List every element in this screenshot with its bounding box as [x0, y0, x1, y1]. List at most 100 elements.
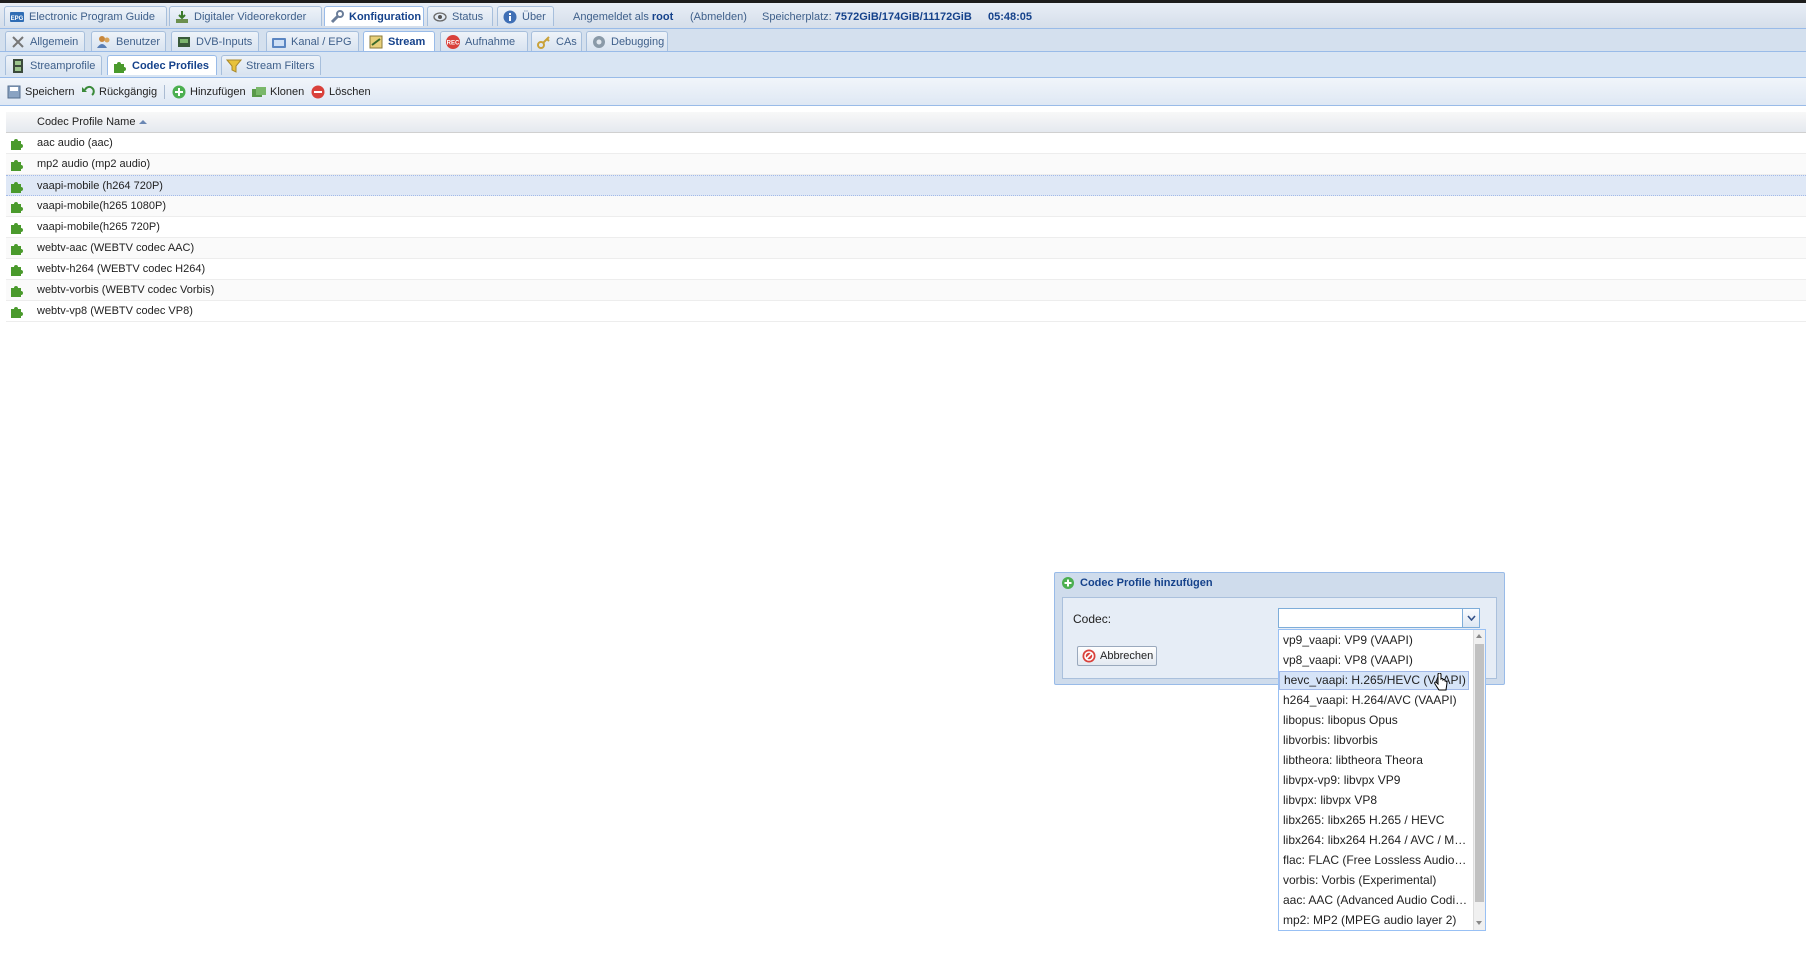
table-row[interactable]: webtv-vp8 (WEBTV codec VP8): [6, 301, 1806, 322]
codec-profile-name: aac audio (aac): [37, 137, 113, 149]
codec-option[interactable]: libvorbis: libvorbis: [1279, 731, 1469, 750]
tab-streamprofile[interactable]: Streamprofile: [5, 55, 102, 75]
codec-option[interactable]: vp9_vaapi: VP9 (VAAPI): [1279, 631, 1469, 650]
puzzle-icon: [9, 261, 25, 277]
svg-text:REC: REC: [447, 40, 460, 46]
tab-stream[interactable]: Stream: [363, 31, 435, 51]
delete-label: Löschen: [329, 86, 371, 98]
tab-stream-filters[interactable]: Stream Filters: [221, 55, 321, 75]
puzzle-icon: [9, 303, 25, 319]
key-icon: [536, 34, 552, 50]
add-icon: [1060, 575, 1076, 591]
add-button[interactable]: Hinzufügen: [171, 84, 246, 100]
tab-dvr[interactable]: Digitaler Videorekorder: [169, 6, 322, 26]
main-tab-bar: EPG Electronic Program Guide Digitaler V…: [0, 0, 1806, 29]
codec-option[interactable]: vp8_vaapi: VP8 (VAAPI): [1279, 651, 1469, 670]
tab-status[interactable]: Status: [427, 6, 493, 26]
table-row[interactable]: webtv-vorbis (WEBTV codec Vorbis): [6, 280, 1806, 301]
scroll-up-icon[interactable]: [1476, 634, 1482, 638]
codec-profile-name: webtv-vorbis (WEBTV codec Vorbis): [37, 284, 215, 296]
svg-text:EPG: EPG: [11, 16, 24, 22]
storage-value: 7572GiB/174GiB/11172GiB: [834, 11, 972, 23]
codec-option[interactable]: libx264: libx264 H.264 / AVC / MPEG-4 AV…: [1279, 831, 1469, 850]
puzzle-icon: [112, 58, 128, 74]
info-icon: [502, 9, 518, 25]
stream-icon: [368, 34, 384, 50]
codec-option[interactable]: aac: AAC (Advanced Audio Coding): [1279, 891, 1469, 910]
save-label: Speichern: [25, 86, 75, 98]
table-row[interactable]: vaapi-mobile(h265 720P): [6, 217, 1806, 238]
delete-button[interactable]: Löschen: [310, 84, 371, 100]
tab-label: Stream Filters: [246, 59, 315, 72]
add-icon: [171, 84, 187, 100]
column-header-name[interactable]: Codec Profile Name: [37, 116, 148, 128]
tab-epg[interactable]: EPG Electronic Program Guide: [4, 6, 167, 26]
undo-label: Rückgängig: [99, 86, 158, 98]
hand-cursor-icon: [1433, 673, 1449, 693]
tab-allgemein[interactable]: Allgemein: [5, 31, 85, 51]
codec-option[interactable]: libopus: libopus Opus: [1279, 711, 1469, 730]
tab-label: Status: [452, 10, 484, 23]
table-row[interactable]: vaapi-mobile(h265 1080P): [6, 196, 1806, 217]
tab-label: Konfiguration: [349, 10, 422, 23]
storage-info: Speicherplatz: 7572GiB/174GiB/11172GiB: [762, 11, 972, 23]
save-icon: [6, 84, 22, 100]
save-button[interactable]: Speichern: [6, 84, 75, 100]
undo-button[interactable]: Rückgängig: [80, 84, 157, 100]
tab-konfiguration[interactable]: Konfiguration: [324, 6, 424, 26]
clone-button[interactable]: Klonen: [251, 84, 304, 100]
codec-option[interactable]: mp2: MP2 (MPEG audio layer 2): [1279, 911, 1469, 930]
table-row[interactable]: aac audio (aac): [6, 133, 1806, 154]
tab-ueber[interactable]: Über: [497, 6, 554, 26]
tab-label: CAs: [556, 35, 577, 48]
table-row[interactable]: vaapi-mobile (h264 720P): [6, 175, 1806, 196]
cancel-label: Abbrechen: [1100, 650, 1154, 662]
cancel-button[interactable]: Abbrechen: [1077, 646, 1158, 666]
tab-label: Electronic Program Guide: [29, 10, 155, 23]
codec-option[interactable]: flac: FLAC (Free Lossless Audio Codec): [1279, 851, 1469, 870]
tv-card-icon: [176, 34, 192, 50]
tab-benutzer[interactable]: Benutzer: [91, 31, 166, 51]
codec-combobox-input[interactable]: [1278, 608, 1463, 628]
scroll-thumb[interactable]: [1475, 644, 1484, 902]
epg-icon: EPG: [9, 9, 25, 25]
login-info: Angemeldet als root: [573, 11, 673, 23]
codec-option[interactable]: h264_vaapi: H.264/AVC (VAAPI): [1279, 691, 1469, 710]
tab-debugging[interactable]: Debugging: [586, 31, 668, 51]
table-row[interactable]: webtv-aac (WEBTV codec AAC): [6, 238, 1806, 259]
filter-icon: [226, 58, 242, 74]
table-row[interactable]: mp2 audio (mp2 audio): [6, 154, 1806, 175]
codec-option[interactable]: vorbis: Vorbis (Experimental): [1279, 871, 1469, 890]
tab-label: Kanal / EPG: [291, 35, 352, 48]
puzzle-icon: [9, 156, 25, 172]
codec-label: Codec:: [1073, 612, 1112, 626]
tab-aufnahme[interactable]: REC Aufnahme: [440, 31, 528, 51]
codec-profile-name: webtv-aac (WEBTV codec AAC): [37, 242, 195, 254]
codec-dropdown-trigger[interactable]: [1463, 608, 1480, 628]
codec-profile-name: vaapi-mobile(h265 720P): [37, 221, 160, 233]
codec-profile-name: vaapi-mobile (h264 720P): [37, 179, 163, 192]
codec-option[interactable]: libvpx: libvpx VP8: [1279, 791, 1469, 810]
download-icon: [174, 9, 190, 25]
table-row[interactable]: webtv-h264 (WEBTV codec H264): [6, 259, 1806, 280]
config-tab-bar: Allgemein Benutzer DVB-Inputs Kanal / EP…: [0, 29, 1806, 52]
puzzle-icon: [9, 178, 25, 194]
tab-label: DVB-Inputs: [196, 35, 253, 48]
tab-label: Digitaler Videorekorder: [194, 10, 307, 23]
codec-option[interactable]: libx265: libx265 H.265 / HEVC: [1279, 811, 1469, 830]
tab-codec-profiles[interactable]: Codec Profiles: [107, 55, 217, 75]
film-icon: [10, 58, 26, 74]
toolbar-separator: [164, 85, 165, 99]
tab-cas[interactable]: CAs: [531, 31, 582, 51]
dialog-title: Codec Profile hinzufügen: [1080, 577, 1213, 589]
logout-link[interactable]: (Abmelden): [690, 11, 747, 23]
stream-tab-bar: Streamprofile Codec Profiles Stream Filt…: [0, 52, 1806, 78]
codec-option[interactable]: libvpx-vp9: libvpx VP9: [1279, 771, 1469, 790]
dropdown-scrollbar[interactable]: [1473, 630, 1485, 930]
puzzle-icon: [9, 135, 25, 151]
scroll-down-icon[interactable]: [1476, 921, 1482, 925]
tab-dvb-inputs[interactable]: DVB-Inputs: [171, 31, 259, 51]
tab-label: Streamprofile: [30, 59, 96, 72]
codec-option[interactable]: libtheora: libtheora Theora: [1279, 751, 1469, 770]
tab-kanal-epg[interactable]: Kanal / EPG: [266, 31, 359, 51]
